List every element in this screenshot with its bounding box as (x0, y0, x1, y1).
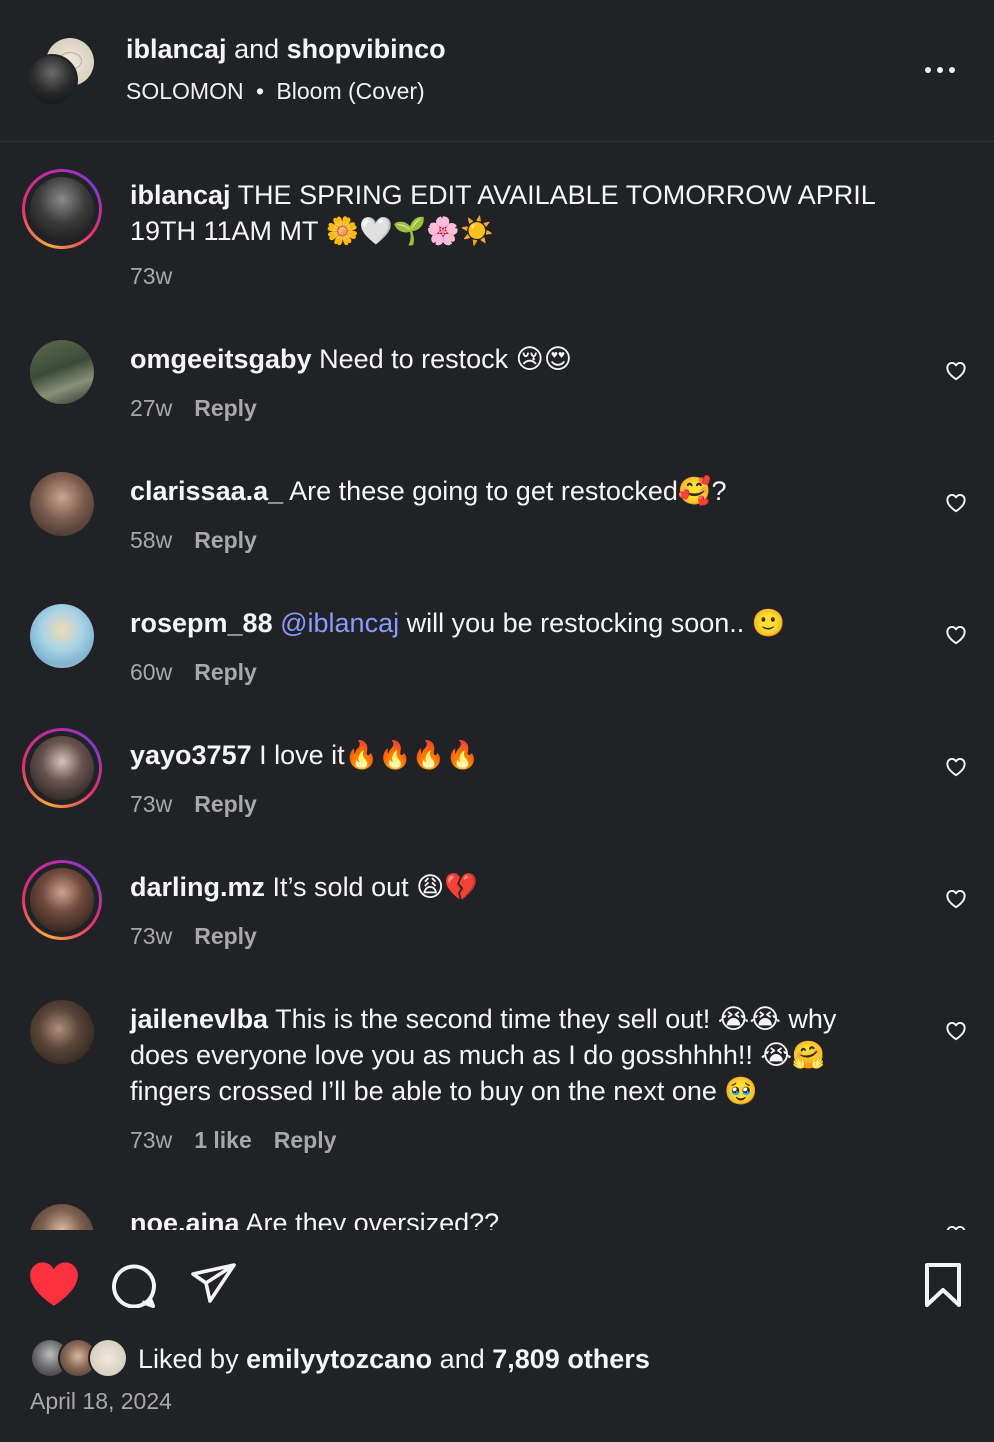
like-comment-heart-icon[interactable] (943, 1017, 969, 1043)
comment-body: Are these going to get restocked🥰? (289, 476, 727, 506)
avatar[interactable] (30, 472, 94, 536)
separator-dot: • (255, 78, 265, 104)
comment-text: yayo3757 I love it🔥🔥🔥🔥 (130, 737, 890, 773)
audio-attribution[interactable]: SOLOMON • Bloom (Cover) (126, 78, 425, 105)
reply-button[interactable]: Reply (194, 791, 257, 817)
timestamp: 27w (130, 395, 173, 421)
avatar-story-ring[interactable] (22, 860, 102, 940)
like-comment-heart-icon[interactable] (943, 489, 969, 515)
likes-count-link[interactable]: 7,809 others (492, 1344, 650, 1374)
username-link[interactable]: shopvibinco (287, 34, 446, 64)
avatar-story-ring[interactable] (22, 728, 102, 808)
timestamp: 60w (130, 659, 173, 685)
comment-meta: 73w Reply (130, 923, 257, 950)
comment-text: noe.aina Are they oversized?? (130, 1205, 890, 1230)
comment-icon[interactable] (110, 1262, 158, 1308)
like-comment-heart-icon[interactable] (943, 357, 969, 383)
avatar-story-ring[interactable] (22, 169, 102, 249)
collab-avatars[interactable] (26, 38, 96, 108)
username-link[interactable]: darling.mz (130, 872, 265, 902)
username-link[interactable]: clarissaa.a_ (130, 476, 283, 506)
comment-body: Are they oversized?? (245, 1208, 500, 1230)
comment-text: jailenevlba This is the second time they… (130, 1001, 870, 1109)
comment-text: omgeeitsgaby Need to restock 😢😍 (130, 341, 890, 377)
username-link[interactable]: iblancaj (130, 180, 231, 210)
reply-button[interactable]: Reply (194, 527, 257, 553)
timestamp: 73w (130, 263, 173, 289)
username-link[interactable]: omgeeitsgaby (130, 344, 312, 374)
comment-meta: 27w Reply (130, 395, 257, 422)
liker-avatars[interactable] (30, 1338, 130, 1380)
caption-meta: 73w (130, 263, 172, 290)
liked-by-text: Liked by emilyytozcano and 7,809 others (138, 1344, 650, 1375)
comments-list[interactable]: iblancaj THE SPRING EDIT AVAILABLE TOMOR… (0, 143, 994, 1230)
collab-usernames: iblancaj and shopvibinco (126, 34, 446, 65)
comment-body: It’s sold out 😩💔 (272, 872, 478, 902)
reply-button[interactable]: Reply (194, 923, 257, 949)
bookmark-icon[interactable] (922, 1262, 964, 1308)
avatar[interactable] (30, 340, 94, 404)
like-comment-heart-icon[interactable] (943, 621, 969, 647)
username-link[interactable]: noe.aina (130, 1208, 240, 1230)
username-link[interactable]: rosepm_88 (130, 608, 273, 638)
caption-body: THE SPRING EDIT AVAILABLE TOMORROW APRIL… (130, 180, 875, 246)
avatar[interactable] (30, 604, 94, 668)
comment-body: Need to restock 😢😍 (319, 344, 572, 374)
reply-button[interactable]: Reply (274, 1127, 337, 1153)
comment-text: clarissaa.a_ Are these going to get rest… (130, 473, 890, 509)
username-link[interactable]: iblancaj (126, 34, 227, 64)
avatar (30, 177, 94, 241)
liked-by-prefix: Liked by (138, 1344, 239, 1374)
avatar (88, 1338, 128, 1378)
avatar (30, 868, 94, 932)
reply-button[interactable]: Reply (194, 659, 257, 685)
reply-button[interactable]: Reply (194, 395, 257, 421)
avatar[interactable] (30, 1204, 94, 1230)
like-comment-heart-icon[interactable] (943, 1221, 969, 1230)
comment-like-count[interactable]: 1 like (194, 1127, 252, 1153)
and-text: and (439, 1344, 485, 1374)
timestamp: 73w (130, 923, 173, 949)
avatar-iblancaj[interactable] (26, 54, 78, 106)
avatar (30, 736, 94, 800)
avatar[interactable] (30, 1000, 94, 1064)
comment-meta: 60w Reply (130, 659, 257, 686)
like-comment-heart-icon[interactable] (943, 885, 969, 911)
and-text: and (234, 34, 280, 64)
post-header: iblancaj and shopvibinco SOLOMON • Bloom… (0, 0, 994, 142)
comment-body: will you be restocking soon.. 🙂 (406, 608, 786, 638)
comment-text: rosepm_88 @iblancaj will you be restocki… (130, 605, 890, 641)
comment-meta: 73w Reply (130, 791, 257, 818)
post-date: April 18, 2024 (30, 1388, 172, 1414)
post-actions: Liked by emilyytozcano and 7,809 others … (0, 1230, 994, 1442)
mention-link[interactable]: @iblancaj (280, 608, 399, 638)
comment-meta: 73w 1 like Reply (130, 1127, 336, 1154)
username-link[interactable]: yayo3757 (130, 740, 252, 770)
share-icon[interactable] (190, 1262, 238, 1306)
timestamp: 73w (130, 1127, 173, 1153)
audio-artist[interactable]: SOLOMON (126, 78, 244, 104)
like-comment-heart-icon[interactable] (943, 753, 969, 779)
timestamp: 58w (130, 527, 173, 553)
username-link[interactable]: jailenevlba (130, 1004, 268, 1034)
more-options-icon[interactable] (920, 56, 960, 84)
comment-text: darling.mz It’s sold out 😩💔 (130, 869, 890, 905)
username-link[interactable]: emilyytozcano (246, 1344, 432, 1374)
audio-track[interactable]: Bloom (Cover) (276, 78, 424, 104)
timestamp: 73w (130, 791, 173, 817)
comment-body: I love it🔥🔥🔥🔥 (259, 740, 480, 770)
caption-text: iblancaj THE SPRING EDIT AVAILABLE TOMOR… (130, 177, 890, 249)
comment-meta: 58w Reply (130, 527, 257, 554)
heart-filled-icon[interactable] (28, 1260, 80, 1308)
